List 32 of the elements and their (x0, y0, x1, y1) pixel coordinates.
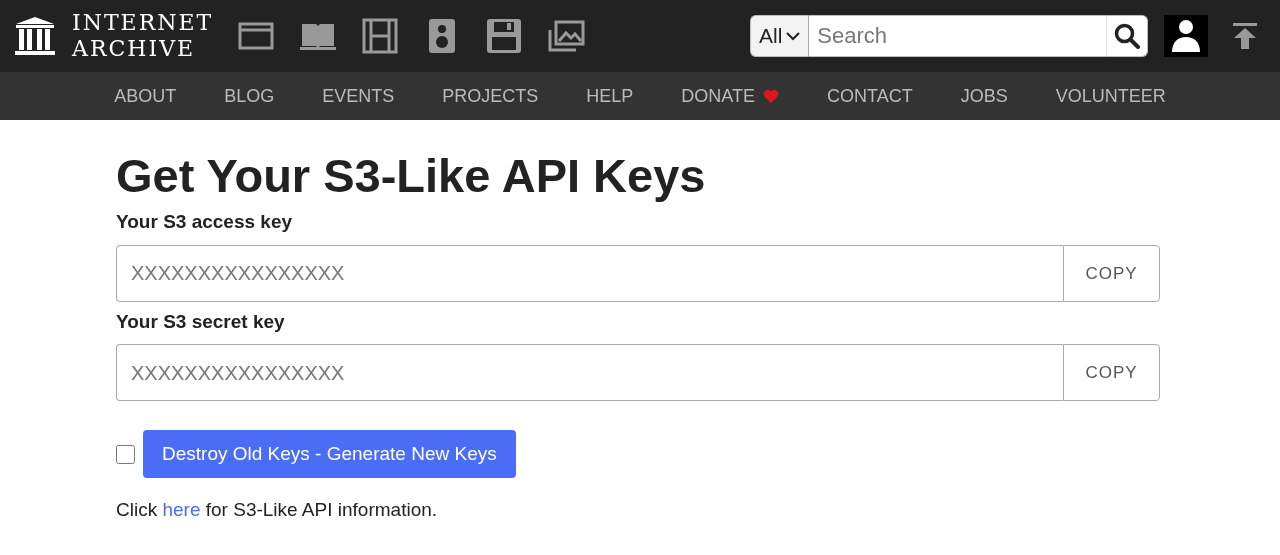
images-icon[interactable] (547, 18, 586, 54)
logo-text[interactable]: INTERNET ARCHIVE (72, 10, 214, 62)
copy-button[interactable]: COPY (1063, 244, 1160, 302)
heart-icon (763, 89, 780, 103)
key-field[interactable]: XXXXXXXXXXXXXXXX (116, 244, 1063, 302)
nav-link[interactable]: EVENTS (322, 82, 395, 110)
page-title: Get Your S3-Like API Keys (116, 148, 707, 204)
generate-keys-button[interactable]: Destroy Old Keys - Generate New Keys (143, 430, 516, 479)
copy-button[interactable]: COPY (1063, 344, 1160, 402)
field-label: Your S3 secret key (116, 309, 286, 334)
nav-link[interactable]: DONATE (681, 82, 780, 110)
info-text: Click here for S3-Like API information. (116, 498, 439, 523)
user-avatar-icon[interactable] (1164, 15, 1208, 57)
nav-link[interactable]: BLOG (224, 82, 275, 110)
info-link[interactable]: here (162, 499, 201, 521)
search-field[interactable]: Search (809, 15, 1106, 57)
nav-link[interactable]: PROJECTS (442, 82, 539, 110)
nav-link[interactable]: CONTACT (827, 82, 913, 110)
confirm-checkbox[interactable] (116, 444, 135, 464)
scope-dropdown[interactable]: All (750, 15, 810, 57)
key-field[interactable]: XXXXXXXXXXXXXXXX (116, 344, 1063, 402)
field-label: Your S3 access key (116, 210, 294, 235)
nav-link[interactable]: VOLUNTEER (1055, 82, 1166, 110)
nav-link[interactable]: ABOUT (114, 82, 177, 110)
nav-link[interactable]: HELP (586, 82, 634, 110)
scroll-to-top-icon[interactable] (1232, 22, 1258, 50)
film-icon[interactable] (361, 18, 400, 54)
search-button[interactable] (1106, 15, 1148, 57)
chevron-down-icon (786, 31, 801, 41)
logo-icon[interactable] (14, 16, 56, 56)
nav-link[interactable]: JOBS (960, 82, 1008, 110)
search-icon (1114, 23, 1140, 49)
